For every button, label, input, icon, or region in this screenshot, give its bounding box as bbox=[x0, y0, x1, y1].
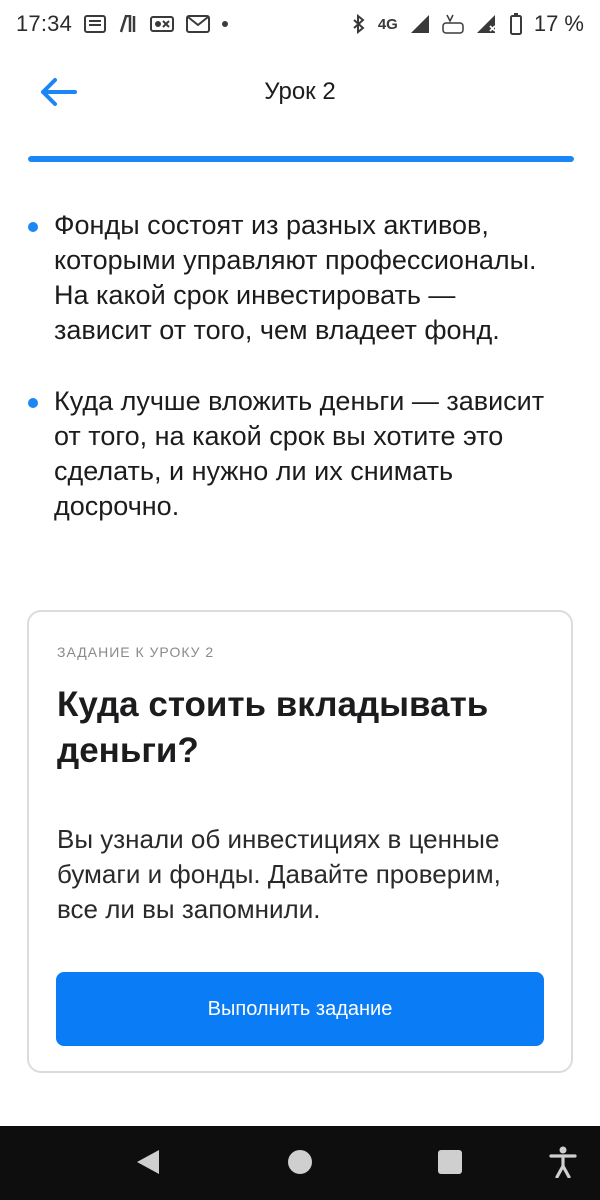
lesson-header: Урок 2 bbox=[0, 48, 600, 138]
back-triangle-icon bbox=[135, 1148, 161, 1181]
list-item: Фонды состоят из разных активов, которым… bbox=[28, 208, 548, 348]
status-right: 4G 17 % bbox=[352, 11, 584, 37]
signal-icon-2 bbox=[476, 14, 498, 34]
list-item: Куда лучше вложить деньги — зависит от т… bbox=[28, 384, 548, 524]
more-notifications-icon bbox=[222, 21, 229, 27]
bullet-dot-icon bbox=[28, 398, 38, 408]
okko-icon bbox=[150, 15, 175, 33]
status-left: 17:34 bbox=[16, 11, 229, 37]
mail-icon bbox=[186, 15, 211, 33]
battery-percent: 17 % bbox=[533, 11, 584, 36]
nav-back-button[interactable] bbox=[134, 1148, 162, 1181]
volte-icon bbox=[442, 13, 464, 35]
home-circle-icon bbox=[287, 1149, 313, 1180]
status-bar: 17:34 4G 17 % bbox=[0, 0, 600, 48]
start-task-button[interactable]: Выполнить задание bbox=[56, 972, 544, 1046]
page-title: Урок 2 bbox=[264, 78, 336, 105]
task-description: Вы узнали об инвестициях в ценные бумаги… bbox=[57, 824, 501, 924]
lesson-progress-fill bbox=[28, 156, 574, 162]
nav-accessibility-button[interactable] bbox=[548, 1146, 578, 1183]
bluetooth-icon bbox=[352, 14, 366, 34]
list-item-text: Фонды состоят из разных активов, которым… bbox=[54, 210, 537, 345]
nav-home-button[interactable] bbox=[286, 1149, 314, 1180]
task-eyebrow: ЗАДАНИЕ К УРОКУ 2 bbox=[57, 644, 215, 660]
nav-recents-button[interactable] bbox=[436, 1149, 464, 1180]
task-title: Куда стоить вкладывать деньги? bbox=[57, 685, 489, 770]
network-type: 4G bbox=[377, 15, 398, 33]
notification-icon bbox=[84, 15, 107, 33]
task-card: ЗАДАНИЕ К УРОКУ 2 Куда стоить вкладывать… bbox=[27, 610, 573, 1073]
bullet-dot-icon bbox=[28, 222, 38, 232]
recents-square-icon bbox=[437, 1149, 463, 1180]
status-time: 17:34 bbox=[16, 11, 73, 36]
battery-icon bbox=[509, 13, 522, 35]
system-nav-bar bbox=[0, 1126, 600, 1200]
lesson-summary-list: Фонды состоят из разных активов, которым… bbox=[28, 208, 548, 560]
signal-icon bbox=[410, 14, 430, 34]
list-item-text: Куда лучше вложить деньги — зависит от т… bbox=[54, 386, 545, 521]
lesson-progress-bar bbox=[28, 156, 574, 162]
accessibility-icon bbox=[549, 1146, 577, 1183]
app-icon bbox=[118, 15, 138, 33]
